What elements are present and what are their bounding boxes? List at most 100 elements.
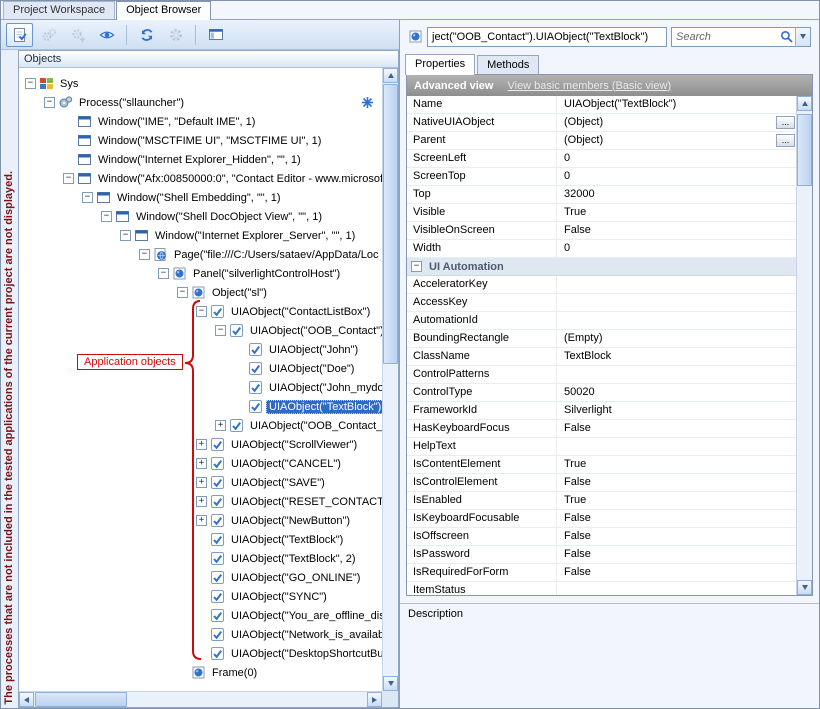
property-row[interactable]: IsContentElementTrue (407, 456, 796, 474)
property-row[interactable]: NameUIAObject("TextBlock") (407, 96, 796, 114)
panels-button[interactable] (202, 23, 229, 47)
property-row[interactable]: AcceleratorKey (407, 276, 796, 294)
tree-item[interactable]: +UIAObject("ScrollViewer") (19, 435, 382, 454)
basic-view-link[interactable]: View basic members (Basic view) (507, 80, 671, 92)
tree-vertical-scrollbar[interactable] (382, 68, 398, 691)
object-path-field[interactable]: ject("OOB_Contact").UIAObject("TextBlock… (427, 27, 667, 47)
tree-item[interactable]: −Page("file:///C:/Users/sataev/AppData/L… (19, 245, 382, 264)
tree-item[interactable]: UIAObject("Doe") (19, 359, 382, 378)
expand-icon[interactable]: + (196, 439, 207, 450)
tree-item[interactable]: +UIAObject("OOB_Contact_1 (19, 416, 382, 435)
tree-item[interactable]: −UIAObject("ContactListBox") (19, 302, 382, 321)
tree-item[interactable]: UIAObject("TextBlock", 2) (19, 549, 382, 568)
tree-item[interactable]: UIAObject("John") (19, 340, 382, 359)
property-row[interactable]: NativeUIAObject(Object)... (407, 114, 796, 132)
property-row[interactable]: ControlType50020 (407, 384, 796, 402)
property-row[interactable]: ScreenTop0 (407, 168, 796, 186)
tree-item[interactable]: +UIAObject("NewButton") (19, 511, 382, 530)
tree-item[interactable]: Frame(0) (19, 663, 382, 682)
search-icon[interactable] (778, 30, 795, 43)
tab-methods[interactable]: Methods (477, 55, 539, 74)
property-row[interactable]: Width0 (407, 240, 796, 258)
tree-item[interactable]: Window("IME", "Default IME", 1) (19, 112, 382, 131)
property-row[interactable]: IsRequiredForFormFalse (407, 564, 796, 582)
ellipsis-button[interactable]: ... (776, 116, 795, 129)
tree-item[interactable]: −UIAObject("OOB_Contact") (19, 321, 382, 340)
property-row[interactable]: ClassNameTextBlock (407, 348, 796, 366)
scroll-right-button[interactable] (367, 692, 382, 707)
tree-item[interactable]: UIAObject("Network_is_availab (19, 625, 382, 644)
collapse-icon[interactable]: − (196, 306, 207, 317)
collapse-icon[interactable]: − (411, 261, 422, 272)
tree-item[interactable]: −Sys (19, 74, 382, 93)
tree-item[interactable]: UIAObject("John_mydo (19, 378, 382, 397)
tree-item[interactable]: −Process("sllauncher") (19, 93, 382, 112)
property-row[interactable]: IsPasswordFalse (407, 546, 796, 564)
tree-item[interactable]: UIAObject("SYNC") (19, 587, 382, 606)
tree-item[interactable]: +UIAObject("SAVE") (19, 473, 382, 492)
tree-item[interactable]: UIAObject("You_are_offline_dis (19, 606, 382, 625)
checked-objects-button[interactable] (6, 23, 33, 47)
search-input[interactable] (672, 31, 778, 43)
property-row[interactable]: FrameworkIdSilverlight (407, 402, 796, 420)
collapse-icon[interactable]: − (177, 287, 188, 298)
property-row[interactable]: IsKeyboardFocusableFalse (407, 510, 796, 528)
expand-icon[interactable]: + (196, 458, 207, 469)
property-row[interactable]: Parent(Object)... (407, 132, 796, 150)
grid-vertical-scrollbar[interactable] (796, 96, 812, 595)
tree-item[interactable]: −Window("Shell DocObject View", "", 1) (19, 207, 382, 226)
scroll-left-button[interactable] (19, 692, 34, 707)
property-row[interactable]: VisibleTrue (407, 204, 796, 222)
property-row[interactable]: Top32000 (407, 186, 796, 204)
tree-item[interactable]: UIAObject("TextBlock") (19, 397, 382, 416)
property-row[interactable]: HelpText (407, 438, 796, 456)
scroll-up-button[interactable] (797, 96, 812, 111)
tree-item[interactable]: −Window("Shell Embedding", "", 1) (19, 188, 382, 207)
property-row[interactable]: AccessKey (407, 294, 796, 312)
highlight-object-button[interactable] (93, 23, 120, 47)
property-row[interactable]: IsControlElementFalse (407, 474, 796, 492)
property-row[interactable]: AutomationId (407, 312, 796, 330)
property-row[interactable]: BoundingRectangle(Empty) (407, 330, 796, 348)
tree-horizontal-scrollbar[interactable] (19, 691, 382, 707)
tree-item[interactable]: −Object("sl") (19, 283, 382, 302)
tree-item[interactable]: −Panel("silverlightControlHost") (19, 264, 382, 283)
collapse-icon[interactable]: − (82, 192, 93, 203)
tree-item[interactable]: UIAObject("GO_ONLINE") (19, 568, 382, 587)
search-dropdown-button[interactable] (795, 28, 810, 46)
scroll-down-button[interactable] (383, 676, 398, 691)
tab-project-workspace[interactable]: Project Workspace (3, 1, 115, 19)
scroll-thumb[interactable] (797, 114, 812, 186)
expand-icon[interactable]: + (196, 515, 207, 526)
tree-item[interactable]: +UIAObject("CANCEL") (19, 454, 382, 473)
refresh-button[interactable] (133, 23, 160, 47)
tab-properties[interactable]: Properties (405, 54, 475, 75)
expand-icon[interactable]: + (215, 420, 226, 431)
collapse-icon[interactable]: − (101, 211, 112, 222)
expand-icon[interactable]: + (196, 496, 207, 507)
collapse-icon[interactable]: − (139, 249, 150, 260)
tree-item[interactable]: −Window("Afx:00850000:0", "Contact Edito… (19, 169, 382, 188)
tab-object-browser[interactable]: Object Browser (116, 1, 211, 20)
ellipsis-button[interactable]: ... (776, 134, 795, 147)
scroll-thumb[interactable] (383, 84, 398, 364)
property-row[interactable]: ItemStatus (407, 582, 796, 595)
tree-item[interactable]: +UIAObject("RESET_CONTACTS" (19, 492, 382, 511)
property-row[interactable]: ControlPatterns (407, 366, 796, 384)
collapse-icon[interactable]: − (63, 173, 74, 184)
property-category-row[interactable]: −UI Automation (407, 258, 796, 276)
collapse-icon[interactable]: − (25, 78, 36, 89)
property-row[interactable]: VisibleOnScreenFalse (407, 222, 796, 240)
property-row[interactable]: HasKeyboardFocusFalse (407, 420, 796, 438)
property-row[interactable]: IsEnabledTrue (407, 492, 796, 510)
collapse-icon[interactable]: − (44, 97, 55, 108)
scroll-down-button[interactable] (797, 580, 812, 595)
scroll-thumb[interactable] (35, 692, 127, 707)
tree-item[interactable]: UIAObject("DesktopShortcutBu (19, 644, 382, 663)
tree-item[interactable]: −Window("Internet Explorer_Server", "", … (19, 226, 382, 245)
scroll-up-button[interactable] (383, 68, 398, 83)
property-row[interactable]: ScreenLeft0 (407, 150, 796, 168)
property-row[interactable]: IsOffscreenFalse (407, 528, 796, 546)
expand-icon[interactable]: + (196, 477, 207, 488)
collapse-icon[interactable]: − (215, 325, 226, 336)
